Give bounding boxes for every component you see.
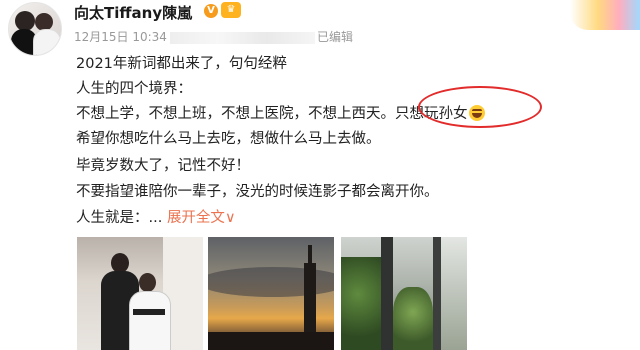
avatar-figure-left-head [15, 11, 35, 31]
post-line-3-text: 不想上学，不想上班，不想上医院，不想上西天。只想玩孙女 [76, 106, 468, 122]
header-decoration [570, 0, 640, 30]
verified-badge-icon: V [204, 4, 218, 18]
photo-thumbnail-1[interactable] [77, 237, 203, 350]
post-line-4: 希望你想吃什么马上去吃，想做什么马上去做。 [76, 131, 381, 147]
post-line-1: 2021年新词都出来了，句句经粹 [76, 56, 287, 72]
post-line-7: 人生就是：... 展开全文∨ [76, 206, 236, 227]
expand-full-text-link[interactable]: 展开全文∨ [167, 210, 236, 226]
photo-thumbnail-3[interactable] [341, 237, 467, 350]
post-line-5: 毕竟岁数大了，记性不好！ [76, 158, 250, 174]
avatar[interactable] [8, 2, 62, 56]
expand-label[interactable]: 展开全文 [167, 210, 225, 226]
photo-1-person-1-head [111, 253, 129, 273]
edited-label[interactable]: 已编辑 [317, 30, 353, 44]
photo-1-shirt-stripe [133, 309, 165, 315]
photo-3-window-frame-2 [433, 237, 441, 350]
photo-1-person-2-head [139, 273, 156, 292]
photo-3-glass [441, 237, 467, 350]
photo-3-plants-left [341, 257, 383, 350]
post-meta: 12月15日 10:34 已编辑 [74, 28, 353, 45]
redacted-source [169, 31, 315, 44]
username[interactable]: 向太Tiffany陳嵐 [74, 2, 192, 23]
photo-2-tower-spire [308, 245, 312, 265]
photo-1-person-2-body [129, 291, 171, 350]
photo-thumbnail-2[interactable] [208, 237, 334, 350]
avatar-figure-right-body [33, 29, 61, 55]
post-line-6: 不要指望谁陪你一辈子，没光的时候连影子都会离开你。 [76, 184, 439, 200]
photo-3-plants-center [393, 287, 433, 350]
photo-2-skyline [208, 332, 334, 350]
post-line-7-text: 人生就是：... [76, 210, 163, 226]
post-timestamp[interactable]: 12月15日 10:34 [74, 30, 167, 44]
annotation-circle [418, 86, 542, 128]
photo-3-window-frame [381, 237, 393, 350]
member-crown-icon[interactable]: ♛ [221, 2, 241, 18]
post-line-2: 人生的四个境界： [76, 81, 192, 97]
chevron-down-icon[interactable]: ∨ [225, 210, 236, 226]
